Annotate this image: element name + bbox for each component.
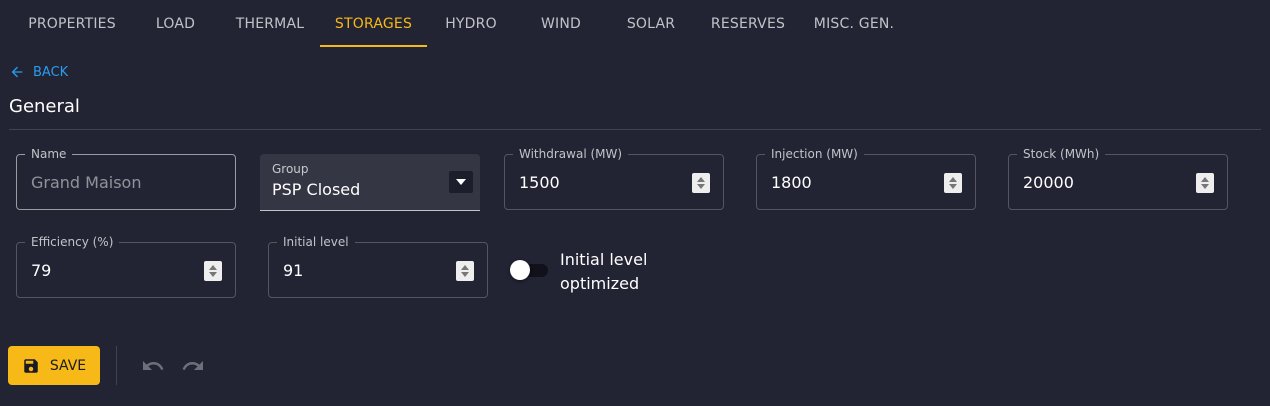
tab-reserves[interactable]: RESERVES <box>704 0 792 48</box>
tab-wind[interactable]: WIND <box>525 0 597 48</box>
section-title: General <box>9 96 80 117</box>
section-divider <box>9 129 1261 130</box>
withdrawal-stepper[interactable] <box>692 173 710 193</box>
dropdown-arrow-icon[interactable] <box>449 171 473 193</box>
efficiency-field-value: 79 <box>31 261 52 280</box>
back-label: BACK <box>33 64 69 80</box>
injection-field[interactable]: Injection (MW) 1800 <box>756 147 976 210</box>
arrow-left-icon <box>11 66 23 78</box>
group-select-label: Group <box>272 162 309 176</box>
injection-field-label: Injection (MW) <box>765 147 864 161</box>
name-field-label: Name <box>25 147 73 161</box>
injection-field-value: 1800 <box>771 173 812 192</box>
name-field-value: Grand Maison <box>31 173 142 192</box>
redo-icon <box>182 361 203 370</box>
tab-properties[interactable]: PROPERTIES <box>16 0 128 48</box>
initial-level-stepper[interactable] <box>456 261 474 281</box>
injection-stepper[interactable] <box>944 173 962 193</box>
tab-storages[interactable]: STORAGES <box>320 0 427 48</box>
save-button[interactable]: SAVE <box>8 346 100 385</box>
group-select-value: PSP Closed <box>272 180 361 199</box>
redo-button[interactable] <box>181 354 205 378</box>
initial-level-field[interactable]: Initial level 91 <box>268 235 488 298</box>
efficiency-field-label: Efficiency (%) <box>25 235 120 249</box>
tab-hydro[interactable]: HYDRO <box>435 0 507 48</box>
stock-field-label: Stock (MWh) <box>1017 147 1106 161</box>
switch-thumb[interactable] <box>510 260 530 280</box>
stock-field[interactable]: Stock (MWh) 20000 <box>1008 147 1228 210</box>
initial-level-field-label: Initial level <box>277 235 355 249</box>
initial-level-field-value: 91 <box>283 261 304 280</box>
tab-bar: PROPERTIES LOAD THERMAL STORAGES HYDRO W… <box>0 0 1270 48</box>
undo-button[interactable] <box>141 354 165 378</box>
tab-thermal[interactable]: THERMAL <box>224 0 316 48</box>
undo-icon <box>143 361 164 370</box>
stock-field-value: 20000 <box>1023 173 1074 192</box>
group-select[interactable]: Group PSP Closed <box>260 154 480 211</box>
efficiency-stepper[interactable] <box>204 261 222 281</box>
tab-misc-gen[interactable]: MISC. GEN. <box>808 0 900 48</box>
name-field[interactable]: Name Grand Maison <box>16 147 236 210</box>
stock-stepper[interactable] <box>1196 173 1214 193</box>
efficiency-field[interactable]: Efficiency (%) 79 <box>16 235 236 298</box>
initial-level-optimized-switch[interactable] <box>508 258 550 282</box>
active-tab-indicator <box>320 45 427 47</box>
tab-load[interactable]: LOAD <box>138 0 213 48</box>
save-button-label: SAVE <box>49 357 87 374</box>
withdrawal-field-value: 1500 <box>519 173 560 192</box>
initial-level-optimized-label: Initial level optimized <box>560 250 648 293</box>
back-button[interactable]: BACK <box>9 61 68 83</box>
withdrawal-field[interactable]: Withdrawal (MW) 1500 <box>504 147 724 210</box>
withdrawal-field-label: Withdrawal (MW) <box>513 147 629 161</box>
floppy-disk-icon <box>24 358 38 373</box>
action-divider <box>116 346 117 385</box>
tab-solar[interactable]: SOLAR <box>615 0 687 48</box>
